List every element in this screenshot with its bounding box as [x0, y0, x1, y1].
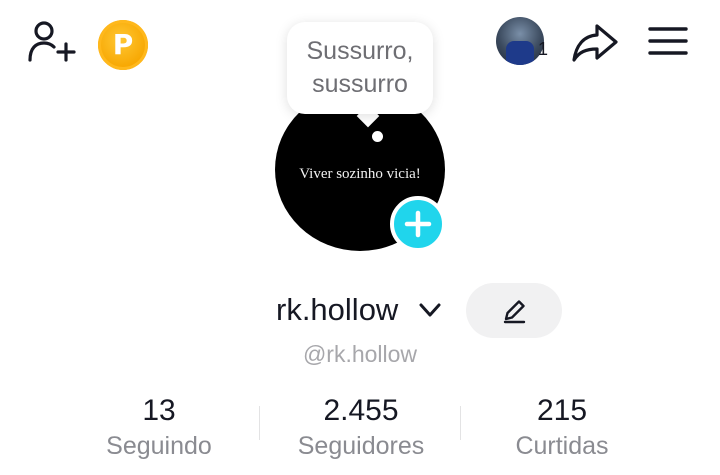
note-bubble[interactable]: Sussurro, sussurro [287, 22, 433, 114]
pencil-icon [503, 299, 526, 323]
avatar-caption: Viver sozinho vicia! [299, 166, 421, 182]
share-icon[interactable] [570, 18, 620, 66]
stat-label: Seguindo [106, 432, 212, 460]
story-avatar[interactable] [496, 17, 544, 65]
username-handle: @rk.hollow [302, 341, 418, 367]
coin-letter: P [112, 28, 134, 61]
display-name[interactable]: rk.hollow [276, 290, 398, 330]
edit-profile-button[interactable] [466, 283, 562, 338]
plus-icon [404, 210, 432, 238]
note-text: Sussurro, sussurro [306, 37, 414, 98]
chevron-down-icon[interactable] [417, 297, 443, 323]
note-dot [372, 131, 383, 142]
stat-value: 215 [536, 394, 588, 427]
menu-icon[interactable] [646, 20, 690, 62]
add-story-button[interactable] [390, 196, 446, 252]
stat-following[interactable]: 13 Seguindo [59, 392, 259, 462]
coin-icon[interactable]: P [98, 20, 148, 70]
avatar-figure [506, 41, 534, 65]
stat-divider [259, 406, 260, 440]
stat-likes[interactable]: 215 Curtidas [462, 392, 662, 462]
add-friend-icon[interactable] [22, 18, 78, 66]
stat-divider [460, 406, 461, 440]
stat-label: Seguidores [297, 432, 425, 460]
stat-value: 13 [142, 394, 176, 427]
stat-value: 2.455 [323, 394, 399, 427]
story-count: 1 [538, 39, 549, 59]
stat-followers[interactable]: 2.455 Seguidores [261, 392, 461, 462]
stat-label: Curtidas [515, 432, 609, 460]
